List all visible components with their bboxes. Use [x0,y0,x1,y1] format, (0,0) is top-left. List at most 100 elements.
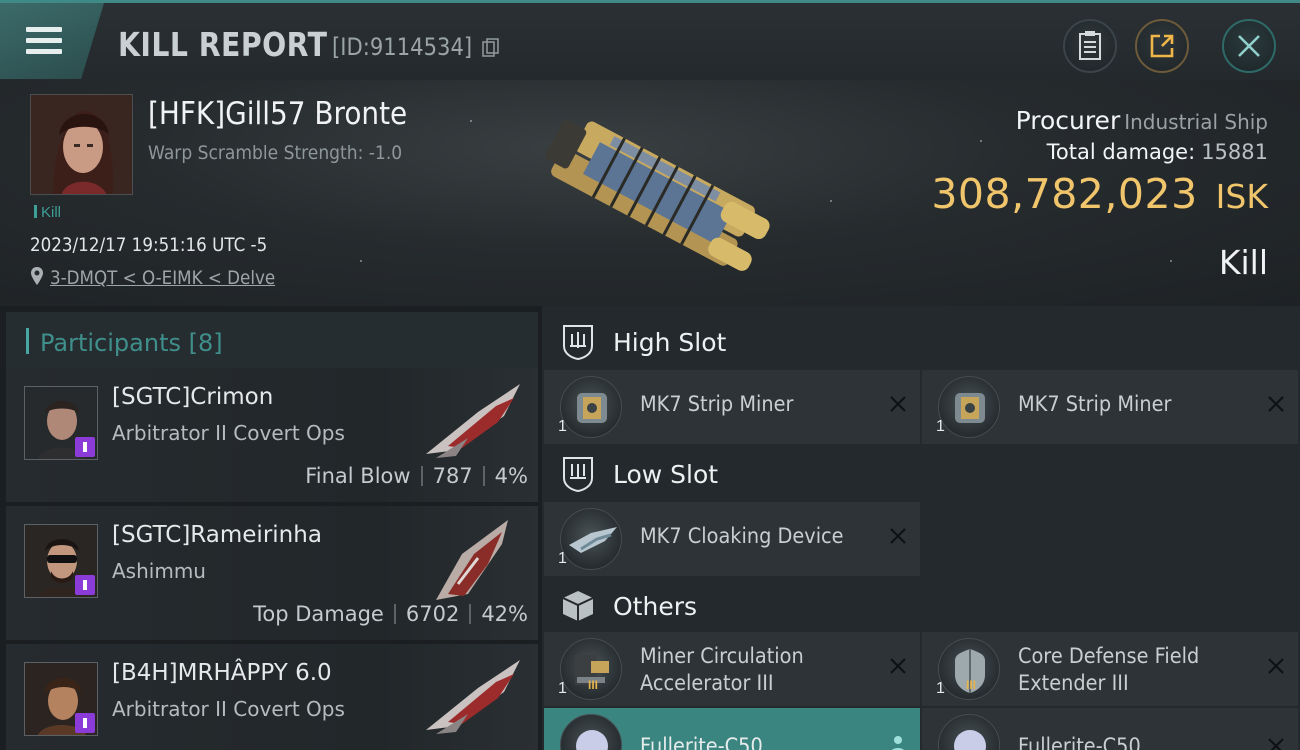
module-name: MK7 Strip Miner [1018,392,1172,416]
module-qty: 1 [558,550,567,567]
location-link[interactable]: 3-DMQT < O-EIMK < Delve [50,267,275,289]
participants-panel: Participants [8] [SGTC]Crimon Arbitrator… [0,306,542,750]
module-qty: 1 [936,418,945,435]
tier-badge: III [588,678,599,692]
participant-ship-image [436,520,508,600]
person-icon [75,713,95,733]
cloaking-device-icon [560,508,622,570]
participant-avatar[interactable] [24,662,98,736]
participant-ship: Arbitrator II Covert Ops [112,421,345,445]
isk-value: 308,782,023 ISK [931,170,1268,218]
participants-title: Participants [8] [40,329,223,357]
total-damage-value: 15881 [1201,140,1268,164]
module-name: Core Defense Field Extender III [1018,644,1200,695]
menu-icon [26,27,62,55]
others-title: Others [613,592,698,621]
remove-icon[interactable] [888,656,908,676]
module-slot[interactable]: Fullerite-C50 [922,708,1298,750]
module-slot[interactable]: 1 MK7 Cloaking Device [544,502,920,576]
warp-scramble-strength: Warp Scramble Strength: -1.0 [148,142,403,164]
total-damage: Total damage: 15881 [1047,140,1268,164]
participant-row[interactable]: [B4H]MRHÂPPY 6.0 Arbitrator II Covert Op… [6,644,538,750]
module-qty: 1 [558,418,567,435]
high-slot-title: High Slot [613,328,727,357]
participant-percent: 4% [494,464,528,488]
kill-location[interactable]: 3-DMQT < O-EIMK < Delve [30,266,306,289]
module-name: MK7 Strip Miner [640,392,794,416]
person-icon [75,437,95,457]
participant-avatar[interactable] [24,386,98,460]
participant-name[interactable]: [SGTC]Rameirinha [112,522,322,548]
remove-icon[interactable] [1266,656,1286,676]
low-slot-title: Low Slot [613,460,719,489]
person-icon[interactable] [888,734,908,750]
remove-icon[interactable] [1266,394,1286,414]
top-bar: KILL REPORT [ID:9114534] [0,0,1300,80]
kill-result: Kill [1218,243,1268,282]
participant-row[interactable]: [SGTC]Crimon Arbitrator II Covert Ops Fi… [6,368,538,502]
report-button[interactable] [1063,19,1117,73]
tier-badge: III [966,678,977,692]
fullerite-icon [938,714,1000,750]
module-name: Miner Circulation Accelerator III [640,644,804,695]
victim-avatar[interactable] [30,94,133,195]
isk-currency: ISK [1215,177,1268,216]
total-damage-label: Total damage: [1046,140,1196,164]
participant-percent: 42% [481,602,528,626]
module-slot[interactable]: III 1 Miner Circulation Accelerator III [544,632,920,706]
remove-icon[interactable] [888,394,908,414]
ship-type: Procurer Industrial Ship [1016,106,1268,135]
participant-stats: Final Blow 787 4% [305,464,528,488]
module-slot[interactable]: 1 MK7 Strip Miner [544,370,920,444]
low-slot-icon [563,457,593,492]
module-slot[interactable]: 1 MK7 Strip Miner [922,370,1298,444]
kill-id: [ID:9114534] [332,33,473,61]
strip-miner-icon [560,376,622,438]
victim-name[interactable]: [HFK]Gill57 Bronte [148,96,407,132]
page-title: KILL REPORT [118,25,328,64]
module-slot[interactable]: Fullerite-C50 [544,708,920,750]
others-box-icon [562,591,594,621]
module-slot[interactable]: III 1 Core Defense Field Extender III [922,632,1298,706]
isk-amount: 308,782,023 [931,170,1198,218]
high-slot-icon [563,325,593,360]
kill-datetime: 2023/12/17 19:51:16 UTC -5 [30,234,268,256]
remove-icon[interactable] [1266,736,1286,750]
module-name: Fullerite-C50 [640,734,763,750]
copy-icon[interactable] [482,38,500,58]
close-button[interactable] [1222,19,1276,73]
ship-class: Industrial Ship [1124,110,1268,134]
menu-button[interactable] [0,3,104,79]
location-pin-icon [31,267,43,285]
participant-ship: Arbitrator II Covert Ops [112,697,345,721]
participant-avatar[interactable] [24,524,98,598]
high-slot-header: High Slot [542,310,1300,372]
remove-icon[interactable] [888,526,908,546]
low-slot-header: Low Slot [542,442,1300,504]
strip-miner-icon [938,376,1000,438]
module-qty: 1 [936,680,945,697]
ship-name[interactable]: Procurer [1016,106,1121,135]
participant-damage: 6702 [405,602,460,626]
participant-role: Final Blow [305,464,411,488]
participant-name[interactable]: [SGTC]Crimon [112,384,273,410]
participant-ship: Ashimmu [112,559,206,583]
module-qty: 1 [558,680,567,697]
participant-name[interactable]: [B4H]MRHÂPPY 6.0 [112,660,332,686]
fullerite-icon [560,714,622,750]
close-icon [1238,35,1260,57]
kill-summary: [HFK]Gill57 Bronte Warp Scramble Strengt… [0,80,1300,306]
share-button[interactable] [1135,19,1189,73]
module-name: Fullerite-C50 [1018,734,1141,750]
participant-ship-image [426,660,520,734]
ship-image [545,120,770,271]
participant-ship-image [426,384,520,458]
participant-damage: 787 [432,464,473,488]
person-icon [75,575,95,595]
participant-row[interactable]: [SGTC]Rameirinha Ashimmu Top Damage 6702 4… [6,506,538,640]
others-header: Others [542,574,1300,636]
fitting-panel: High Slot 1 MK7 Strip Miner 1 MK7 Strip … [542,306,1300,750]
participants-header[interactable]: Participants [8] [6,312,538,370]
participant-role: Top Damage [253,602,384,626]
share-icon [1150,34,1174,58]
